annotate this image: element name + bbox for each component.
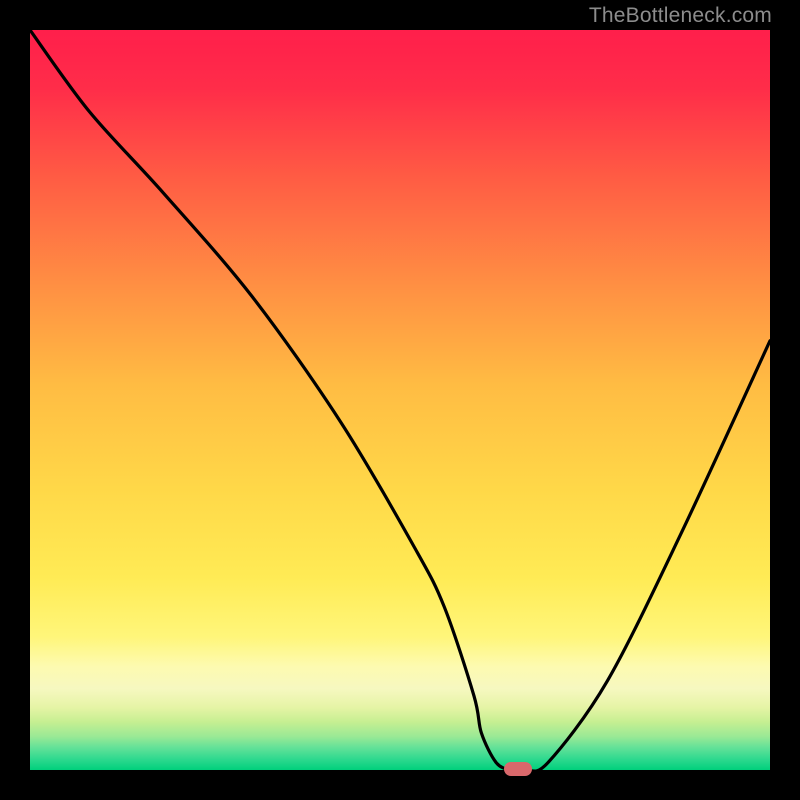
bottleneck-curve bbox=[30, 30, 770, 770]
attribution-label: TheBottleneck.com bbox=[589, 4, 772, 28]
plot-area bbox=[30, 30, 770, 770]
bottleneck-chart: TheBottleneck.com bbox=[0, 0, 800, 800]
optimal-marker bbox=[504, 762, 532, 776]
